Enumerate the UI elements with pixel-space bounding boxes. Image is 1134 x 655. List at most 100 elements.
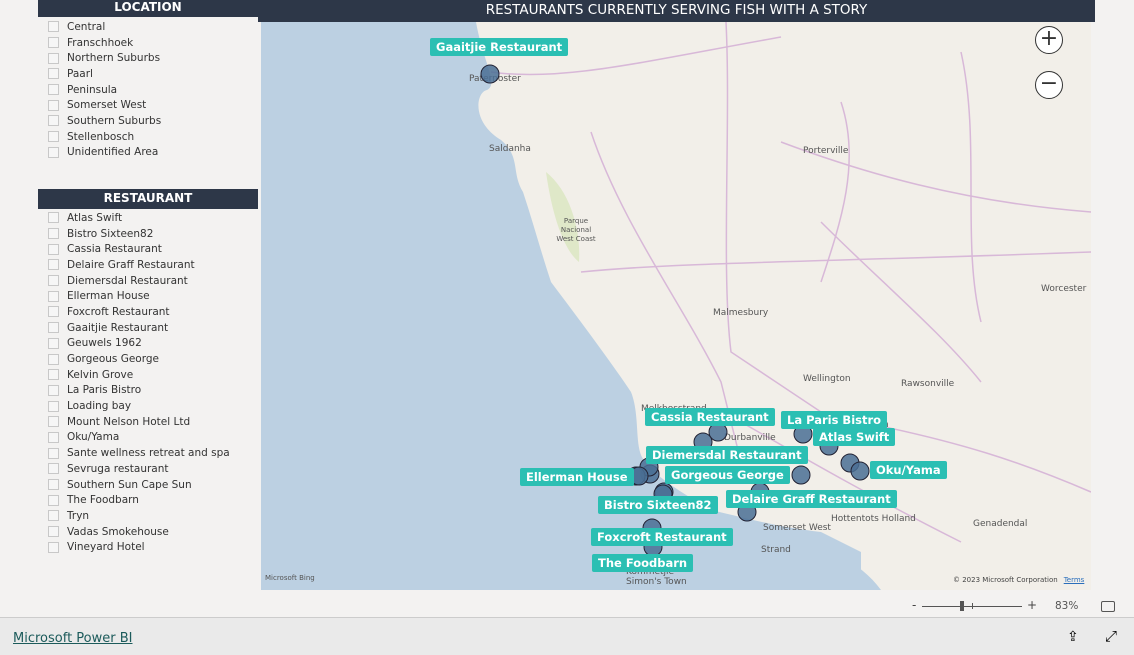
checkbox[interactable] [48, 131, 59, 143]
checkbox[interactable] [48, 146, 59, 158]
checkbox[interactable] [48, 259, 59, 271]
slicer-item[interactable]: Southern Sun Cape Sun [48, 477, 230, 493]
checkbox[interactable] [48, 337, 59, 349]
checkbox[interactable] [48, 68, 59, 80]
slicer-item-label: Oku/Yama [67, 431, 120, 444]
slicer-item[interactable]: Loading bay [48, 398, 230, 414]
slicer-item[interactable]: Vineyard Hotel [48, 539, 230, 555]
status-bar: - + 83% [0, 596, 1134, 618]
slicer-item[interactable]: Mount Nelson Hotel Ltd [48, 414, 230, 430]
slicer-item[interactable]: Unidentified Area [48, 145, 161, 161]
terms-link[interactable]: Terms [1064, 576, 1085, 584]
slicer-item[interactable]: Tryn [48, 508, 230, 524]
checkbox[interactable] [48, 275, 59, 287]
slicer-item[interactable]: Bistro Sixteen82 [48, 226, 230, 242]
slicer-item[interactable]: Stellenbosch [48, 129, 161, 145]
place-label: Genadendal [973, 519, 1028, 529]
fit-to-page-icon[interactable] [1101, 601, 1115, 612]
checkbox[interactable] [48, 99, 59, 111]
zoom-plus[interactable]: + [1027, 598, 1037, 612]
slicer-item[interactable]: Somerset West [48, 97, 161, 113]
map-zoom-out-button[interactable]: − [1035, 71, 1063, 99]
checkbox[interactable] [48, 479, 59, 491]
place-label: Saldanha [489, 144, 531, 154]
checkbox[interactable] [48, 290, 59, 302]
checkbox[interactable] [48, 353, 59, 365]
share-icon[interactable]: ⇪ [1067, 629, 1079, 645]
slicer-item[interactable]: Kelvin Grove [48, 367, 230, 383]
checkbox[interactable] [48, 416, 59, 428]
checkbox[interactable] [48, 494, 59, 506]
checkbox[interactable] [48, 212, 59, 224]
slicer-item[interactable]: Southern Suburbs [48, 113, 161, 129]
checkbox[interactable] [48, 306, 59, 318]
slicer-item[interactable]: Sevruga restaurant [48, 461, 230, 477]
map-label[interactable]: The Foodbarn [592, 554, 694, 572]
map-label[interactable]: Ellerman House [520, 468, 634, 486]
map-label[interactable]: Atlas Swift [813, 428, 896, 446]
map-visual[interactable]: Paternoster Saldanha Porterville Malmesbury… [261, 22, 1091, 590]
place-label: Paternoster [469, 74, 521, 84]
map-label[interactable]: Oku/Yama [870, 461, 947, 479]
fullscreen-icon[interactable]: ⤢ [1105, 627, 1117, 645]
map-label[interactable]: Diemersdal Restaurant [646, 446, 808, 464]
map-label[interactable]: La Paris Bistro [781, 411, 888, 429]
slicer-item[interactable]: Gorgeous George [48, 351, 230, 367]
slicer-item[interactable]: Central [48, 19, 161, 35]
slicer-item[interactable]: The Foodbarn [48, 492, 230, 508]
checkbox[interactable] [48, 369, 59, 381]
slicer-item[interactable]: Vadas Smokehouse [48, 524, 230, 540]
checkbox[interactable] [48, 384, 59, 396]
checkbox[interactable] [48, 21, 59, 33]
checkbox[interactable] [48, 463, 59, 475]
checkbox[interactable] [48, 228, 59, 240]
slicer-item[interactable]: Diemersdal Restaurant [48, 273, 230, 289]
map-label[interactable]: Foxcroft Restaurant [591, 528, 733, 546]
slicer-item[interactable]: Sante wellness retreat and spa [48, 445, 230, 461]
map-label[interactable]: Cassia Restaurant [645, 408, 775, 426]
slicer-item[interactable]: Delaire Graff Restaurant [48, 257, 230, 273]
checkbox[interactable] [48, 447, 59, 459]
power-bi-link[interactable]: Microsoft Power BI [13, 631, 132, 646]
checkbox[interactable] [48, 526, 59, 538]
checkbox[interactable] [48, 115, 59, 127]
slicer-item[interactable]: Geuwels 1962 [48, 336, 230, 352]
checkbox[interactable] [48, 52, 59, 64]
zoom-slider-thumb[interactable] [960, 601, 964, 611]
checkbox[interactable] [48, 37, 59, 49]
map-label[interactable]: Gaaitjie Restaurant [430, 38, 569, 56]
slicer-item[interactable]: Gaaitjie Restaurant [48, 320, 230, 336]
slicer-item-label: Somerset West [67, 99, 147, 112]
slicer-item[interactable]: Foxcroft Restaurant [48, 304, 230, 320]
slicer-item-label: Vineyard Hotel [67, 541, 145, 554]
zoom-slider[interactable] [922, 601, 1022, 611]
slicer-item-label: Tryn [67, 509, 90, 522]
place-label: Somerset West [763, 523, 831, 533]
slicer-item[interactable]: Cassia Restaurant [48, 241, 230, 257]
slicer-item[interactable]: Ellerman House [48, 288, 230, 304]
checkbox[interactable] [48, 510, 59, 522]
map-label[interactable]: Delaire Graff Restaurant [726, 490, 897, 508]
slicer-item-label: Loading bay [67, 400, 132, 413]
place-label: Durbanville [724, 433, 776, 443]
slicer-item[interactable]: Northern Suburbs [48, 50, 161, 66]
slicer-item[interactable]: Franschhoek [48, 35, 161, 51]
slicer-item[interactable]: Paarl [48, 66, 161, 82]
checkbox[interactable] [48, 431, 59, 443]
map-label[interactable]: Gorgeous George [665, 466, 790, 484]
checkbox[interactable] [48, 400, 59, 412]
slicer-item[interactable]: Atlas Swift [48, 210, 230, 226]
slicer-item[interactable]: Oku/Yama [48, 430, 230, 446]
slicer-item-label: Northern Suburbs [67, 52, 161, 65]
slicer-item-label: Franschhoek [67, 36, 134, 49]
map-zoom-in-button[interactable]: + [1035, 26, 1063, 54]
slicer-item[interactable]: La Paris Bistro [48, 383, 230, 399]
checkbox[interactable] [48, 541, 59, 553]
checkbox[interactable] [48, 322, 59, 334]
checkbox[interactable] [48, 84, 59, 96]
map-label[interactable]: Bistro Sixteen82 [598, 496, 718, 514]
slicer-item[interactable]: Peninsula [48, 82, 161, 98]
checkbox[interactable] [48, 243, 59, 255]
slicer-item-label: Sevruga restaurant [67, 462, 169, 475]
zoom-minus[interactable]: - [912, 598, 916, 612]
